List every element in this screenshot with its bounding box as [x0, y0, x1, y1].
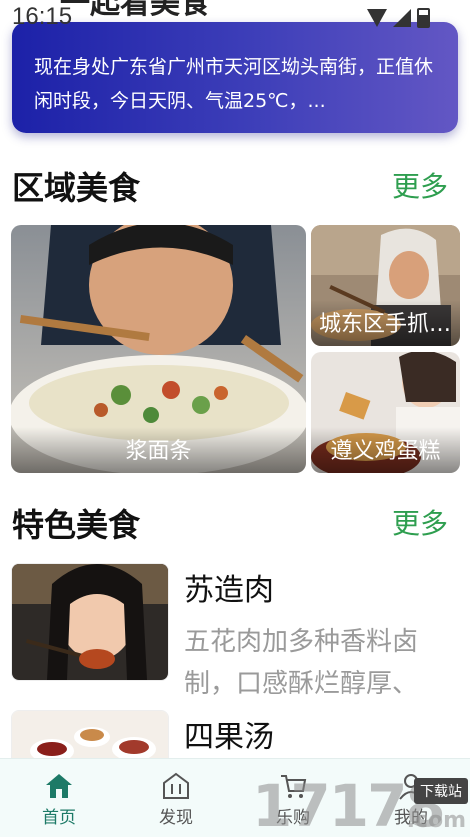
location-weather-banner[interactable]: 现在身处广东省广州市天河区坳头南街，正值休闲时段，今日天阴、气温25℃，...: [12, 22, 458, 133]
food-card-jiangmiantiao[interactable]: 浆面条: [11, 225, 306, 473]
banner-text: 现在身处广东省广州市天河区坳头南街，正值休闲时段，今日天阴、气温25℃，...: [34, 56, 434, 112]
tab-label: 乐购: [276, 808, 310, 828]
list-item[interactable]: 苏造肉 五花肉加多种香料卤制，口感酥烂醇厚、: [11, 563, 461, 699]
regional-section-header: 区域美食 更多: [12, 163, 458, 207]
tab-label: 我的: [394, 808, 428, 828]
status-icons: [367, 8, 430, 28]
food-card-shouzhuayangrou[interactable]: 城东区手抓羊肉: [311, 225, 460, 346]
user-icon: [399, 774, 423, 800]
tab-discover[interactable]: 发现: [131, 759, 221, 837]
cart-icon: [281, 775, 307, 798]
tab-label: 首页: [42, 808, 76, 828]
page-title-peek: 一起看美食: [60, 0, 210, 21]
food-card-zunyijidangao[interactable]: 遵义鸡蛋糕: [311, 352, 460, 473]
wifi-icon: [367, 9, 387, 27]
regional-section-title: 区域美食: [12, 169, 141, 207]
item-description: 五花肉加多种香料卤制，口感酥烂醇厚、: [184, 627, 419, 699]
featured-section-title: 特色美食: [12, 506, 141, 544]
food-card-label: 城东区手抓羊肉: [311, 300, 460, 346]
signal-icon: [393, 9, 411, 27]
featured-more-link[interactable]: 更多: [392, 502, 448, 542]
status-time: 16:15: [12, 3, 73, 30]
home-icon: [46, 774, 72, 798]
status-bar: 一起看美食 16:15: [0, 0, 470, 34]
tab-shopping[interactable]: 乐购: [248, 759, 338, 837]
item-thumbnail: [11, 563, 169, 681]
tab-home[interactable]: 首页: [14, 759, 104, 837]
regional-more-link[interactable]: 更多: [392, 165, 448, 205]
tab-label: 发现: [159, 808, 193, 828]
bottom-tab-bar: 首页 发现 乐购 我的: [0, 758, 470, 837]
featured-section-header: 特色美食 更多: [12, 500, 458, 544]
discover-icon: [163, 772, 189, 799]
food-card-label: 浆面条: [11, 427, 306, 473]
food-card-label: 遵义鸡蛋糕: [311, 427, 460, 473]
battery-icon: [417, 8, 430, 28]
item-title: 苏造肉: [184, 573, 274, 608]
item-title: 四果汤: [184, 720, 274, 755]
tab-profile[interactable]: 我的: [366, 759, 456, 837]
